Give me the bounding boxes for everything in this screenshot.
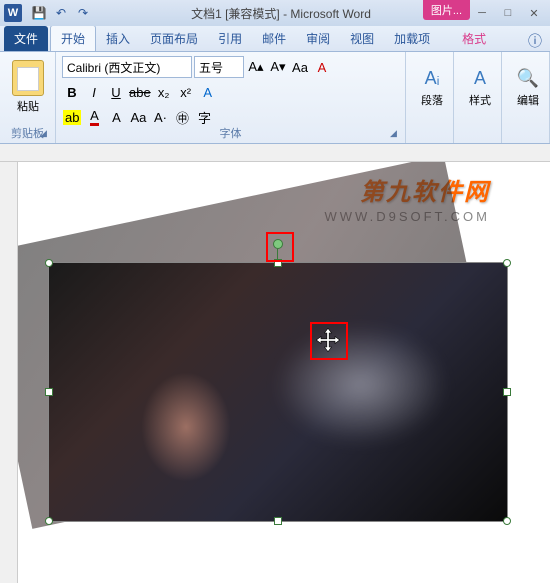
enclose-button[interactable]: ㊥ <box>172 107 192 127</box>
tab-insert[interactable]: 插入 <box>96 26 140 51</box>
selected-image[interactable] <box>48 262 508 522</box>
paragraph-button[interactable]: Aᵢ 段落 <box>412 56 452 118</box>
font-name-select[interactable]: Calibri (西文正文) <box>62 56 192 78</box>
shrink-font-button[interactable]: A▾ <box>268 57 288 77</box>
resize-handle-tl[interactable] <box>45 259 53 267</box>
ribbon-styles-group: A 样式 <box>454 52 502 143</box>
tab-review[interactable]: 审阅 <box>296 26 340 51</box>
superscript-button[interactable]: x² <box>176 82 196 102</box>
close-button[interactable]: ✕ <box>522 4 546 22</box>
clipboard-dialog-launcher[interactable]: ◢ <box>40 128 52 140</box>
vertical-ruler[interactable] <box>0 162 18 583</box>
tab-mailings[interactable]: 邮件 <box>252 26 296 51</box>
paste-icon <box>12 60 44 96</box>
qat-save-icon[interactable]: 💾 <box>30 4 48 22</box>
tab-view[interactable]: 视图 <box>340 26 384 51</box>
char-shading-button[interactable]: A <box>106 107 126 127</box>
document-area[interactable]: 第九软件网 WWW.D9SOFT.COM <box>18 162 550 583</box>
find-icon: 🔍 <box>516 66 540 90</box>
text-effects-button[interactable]: A <box>198 82 218 102</box>
bold-button[interactable]: B <box>62 82 82 102</box>
qat-undo-icon[interactable]: ↶ <box>52 4 70 22</box>
subscript-button[interactable]: x₂ <box>154 82 174 102</box>
char-border-button[interactable]: Aa <box>128 107 148 127</box>
font-group-label: 字体 <box>56 125 405 141</box>
picture-tools-tab[interactable]: 图片... <box>423 0 470 20</box>
resize-handle-mr[interactable] <box>503 388 511 396</box>
clear-format-button[interactable]: A <box>312 57 332 77</box>
ribbon-editing-group: 🔍 编辑 <box>502 52 550 143</box>
ribbon-clipboard-group: 粘贴 剪贴板 ◢ <box>0 52 56 143</box>
font-dialog-launcher[interactable]: ◢ <box>390 128 402 140</box>
font-size-select[interactable]: 五号 <box>194 56 244 78</box>
paste-button[interactable]: 粘贴 <box>6 56 50 118</box>
move-cursor-icon <box>314 326 342 354</box>
styles-icon: A <box>468 66 492 90</box>
ribbon-font-group: Calibri (西文正文) 五号 A▴ A▾ Aa A B I U abe x… <box>56 52 406 143</box>
styles-label: 样式 <box>469 92 491 108</box>
italic-button[interactable]: I <box>84 82 104 102</box>
tab-format[interactable]: 格式 <box>452 26 496 51</box>
paragraph-icon: Aᵢ <box>420 66 444 90</box>
window-title: 文档1 [兼容模式] - Microsoft Word <box>92 5 470 22</box>
tab-addins[interactable]: 加载项 <box>384 26 440 51</box>
word-app-icon[interactable]: W <box>4 4 22 22</box>
phonetic-button[interactable]: A· <box>150 107 170 127</box>
help-icon[interactable]: ⓘ <box>528 31 542 51</box>
tab-references[interactable]: 引用 <box>208 26 252 51</box>
tab-file[interactable]: 文件 <box>4 26 48 51</box>
resize-handle-tr[interactable] <box>503 259 511 267</box>
resize-handle-bl[interactable] <box>45 517 53 525</box>
editing-button[interactable]: 🔍 编辑 <box>508 56 548 118</box>
char-combine-button[interactable]: 字 <box>194 107 214 127</box>
underline-button[interactable]: U <box>106 82 126 102</box>
resize-handle-br[interactable] <box>503 517 511 525</box>
tab-home[interactable]: 开始 <box>50 25 96 51</box>
paste-label: 粘贴 <box>17 98 39 114</box>
resize-handle-bm[interactable] <box>274 517 282 525</box>
resize-handle-ml[interactable] <box>45 388 53 396</box>
ribbon-paragraph-group: Aᵢ 段落 <box>406 52 454 143</box>
paragraph-label: 段落 <box>421 92 443 108</box>
highlight-button[interactable]: ab <box>62 107 82 127</box>
qat-redo-icon[interactable]: ↷ <box>74 4 92 22</box>
change-case-button[interactable]: Aa <box>290 57 310 77</box>
font-color-button[interactable]: A <box>84 107 104 127</box>
horizontal-ruler[interactable] <box>0 144 550 162</box>
grow-font-button[interactable]: A▴ <box>246 57 266 77</box>
strike-button[interactable]: abe <box>128 82 152 102</box>
maximize-button[interactable]: □ <box>496 4 520 22</box>
styles-button[interactable]: A 样式 <box>460 56 500 118</box>
highlight-box-rotate <box>266 232 294 262</box>
editing-label: 编辑 <box>517 92 539 108</box>
minimize-button[interactable]: ─ <box>470 4 494 22</box>
tab-layout[interactable]: 页面布局 <box>140 26 208 51</box>
